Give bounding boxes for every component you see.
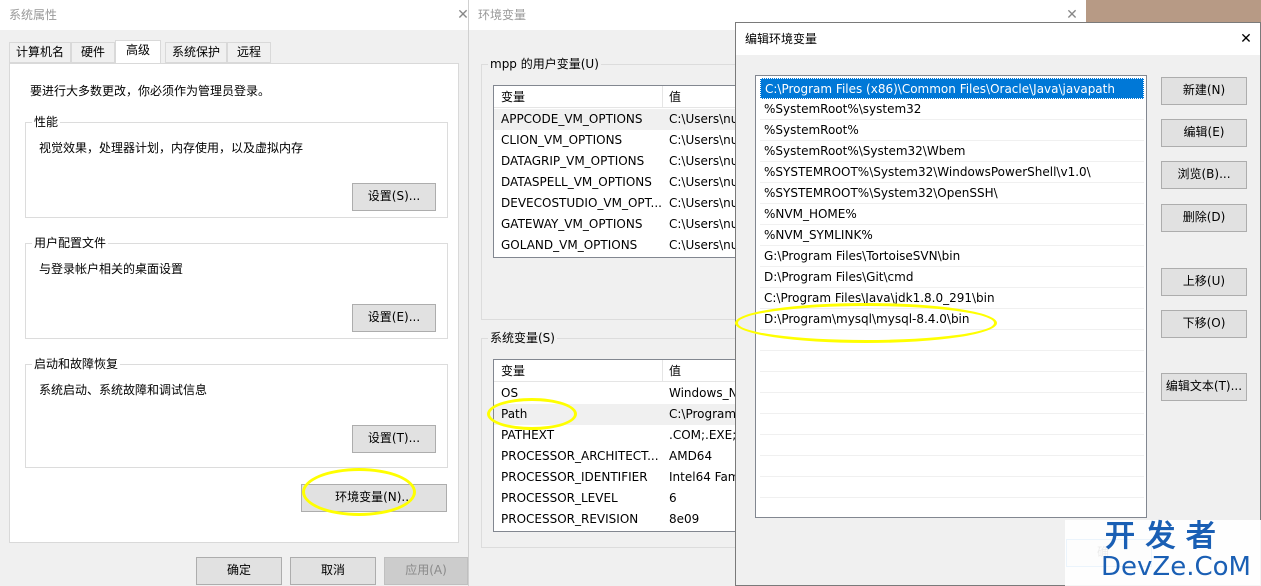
list-item-empty bbox=[760, 351, 1144, 372]
system-vars-title: 系统变量(S) bbox=[488, 331, 557, 345]
list-item[interactable]: %NVM_HOME% bbox=[760, 204, 1144, 225]
user-vars-list[interactable]: 变量 值 APPCODE_VM_OPTIONS C:\Users\nu CLION… bbox=[493, 85, 743, 258]
tab-panel: 要进行大多数更改，你必须作为管理员登录。 性能 视觉效果，处理器计划，内存使用，… bbox=[9, 63, 459, 543]
list-item[interactable]: %SystemRoot% bbox=[760, 120, 1144, 141]
highlight-mysql-path bbox=[735, 303, 997, 343]
list-item[interactable]: D:\Program Files\Git\cmd bbox=[760, 267, 1144, 288]
browse-button[interactable]: 浏览(B)... bbox=[1161, 161, 1247, 189]
list-item[interactable]: C:\Program Files (x86)\Common Files\Orac… bbox=[760, 78, 1144, 99]
table-row[interactable]: CLION_VM_OPTIONS C:\Users\nu bbox=[494, 130, 742, 151]
system-properties-title: 系统属性 bbox=[0, 0, 468, 30]
list-item[interactable]: %SystemRoot%\system32 bbox=[760, 99, 1144, 120]
edit-button[interactable]: 编辑(E) bbox=[1161, 119, 1247, 147]
edit-text-button[interactable]: 编辑文本(T)... bbox=[1161, 373, 1247, 401]
user-vars-title: mpp 的用户变量(U) bbox=[488, 57, 601, 71]
table-row[interactable]: DEVECOSTUDIO_VM_OPT... C:\Users\nu bbox=[494, 193, 742, 214]
table-row[interactable]: DATAGRIP_VM_OPTIONS C:\Users\nu bbox=[494, 151, 742, 172]
table-row[interactable]: PROCESSOR_LEVEL 6 bbox=[494, 488, 742, 509]
user-profile-title: 用户配置文件 bbox=[32, 236, 109, 250]
ok-button[interactable]: 确定 bbox=[196, 557, 282, 585]
tab-system-protection[interactable]: 系统保护 bbox=[165, 42, 227, 63]
list-header: 变量 值 bbox=[494, 360, 742, 382]
table-row[interactable]: PROCESSOR_REVISION 8e09 bbox=[494, 509, 742, 530]
highlight-env-vars-button bbox=[302, 468, 416, 516]
watermark-line2: DevZe.CoM bbox=[1101, 552, 1251, 582]
highlight-path-row bbox=[487, 398, 577, 430]
column-header-variable[interactable]: 变量 bbox=[501, 360, 525, 382]
watermark-line1: 开 发 者 bbox=[1105, 519, 1216, 554]
tab-remote[interactable]: 远程 bbox=[227, 42, 271, 63]
startup-settings-button[interactable]: 设置(T)... bbox=[352, 425, 436, 453]
column-header-variable[interactable]: 变量 bbox=[501, 86, 525, 108]
startup-recovery-desc: 系统启动、系统故障和调试信息 bbox=[39, 383, 208, 397]
cancel-button[interactable]: 取消 bbox=[290, 557, 376, 585]
tab-advanced[interactable]: 高级 bbox=[115, 40, 161, 64]
move-up-button[interactable]: 上移(U) bbox=[1161, 268, 1247, 296]
table-row[interactable]: GATEWAY_VM_OPTIONS C:\Users\nu bbox=[494, 214, 742, 235]
edit-env-title: 编辑环境变量 bbox=[736, 23, 1260, 55]
list-item-empty bbox=[760, 456, 1144, 477]
close-icon[interactable]: ✕ bbox=[448, 0, 468, 30]
delete-button[interactable]: 删除(D) bbox=[1161, 204, 1247, 232]
user-profile-desc: 与登录帐户相关的桌面设置 bbox=[39, 262, 184, 276]
tab-hardware[interactable]: 硬件 bbox=[71, 42, 115, 63]
close-icon[interactable]: ✕ bbox=[1231, 24, 1260, 54]
table-row[interactable]: PROCESSOR_ARCHITECT... AMD64 bbox=[494, 446, 742, 467]
list-item[interactable]: %SystemRoot%\System32\Wbem bbox=[760, 141, 1144, 162]
new-button[interactable]: 新建(N) bbox=[1161, 77, 1247, 105]
system-vars-list[interactable]: 变量 值 OS Windows_N Path C:\Program PATHEXT.… bbox=[493, 359, 743, 532]
performance-group: 性能 视觉效果，处理器计划，内存使用，以及虚拟内存 设置(S)... bbox=[25, 115, 448, 218]
performance-desc: 视觉效果，处理器计划，内存使用，以及虚拟内存 bbox=[39, 141, 304, 155]
user-profile-group: 用户配置文件 与登录帐户相关的桌面设置 设置(E)... bbox=[25, 236, 448, 339]
path-list[interactable]: C:\Program Files (x86)\Common Files\Orac… bbox=[755, 75, 1147, 518]
move-down-button[interactable]: 下移(O) bbox=[1161, 310, 1247, 338]
column-header-value[interactable]: 值 bbox=[669, 86, 681, 108]
list-item-empty bbox=[760, 435, 1144, 456]
user-profile-settings-button[interactable]: 设置(E)... bbox=[352, 304, 436, 332]
list-item-empty bbox=[760, 414, 1144, 435]
table-row[interactable]: GOLAND_VM_OPTIONS C:\Users\nu bbox=[494, 235, 742, 256]
list-item[interactable]: G:\Program Files\TortoiseSVN\bin bbox=[760, 246, 1144, 267]
list-item-empty bbox=[760, 393, 1144, 414]
column-header-value[interactable]: 值 bbox=[669, 360, 681, 382]
performance-title: 性能 bbox=[32, 115, 61, 129]
table-row[interactable]: DATASPELL_VM_OPTIONS C:\Users\nu bbox=[494, 172, 742, 193]
list-item[interactable]: %SYSTEMROOT%\System32\OpenSSH\ bbox=[760, 183, 1144, 204]
apply-button[interactable]: 应用(A) bbox=[384, 557, 468, 585]
watermark: 开 发 者 DevZe.CoM bbox=[1065, 520, 1261, 586]
list-item[interactable]: %NVM_SYMLINK% bbox=[760, 225, 1144, 246]
startup-recovery-title: 启动和故障恢复 bbox=[32, 357, 121, 371]
table-row[interactable]: APPCODE_VM_OPTIONS C:\Users\nu bbox=[494, 109, 742, 130]
list-item-empty bbox=[760, 477, 1144, 498]
list-item[interactable]: %SYSTEMROOT%\System32\WindowsPowerShell\… bbox=[760, 162, 1144, 183]
list-item-empty bbox=[760, 372, 1144, 393]
startup-recovery-group: 启动和故障恢复 系统启动、系统故障和调试信息 设置(T)... bbox=[25, 357, 448, 468]
admin-note: 要进行大多数更改，你必须作为管理员登录。 bbox=[30, 84, 271, 98]
performance-settings-button[interactable]: 设置(S)... bbox=[352, 183, 436, 211]
table-row[interactable]: PROCESSOR_IDENTIFIER Intel64 Fam bbox=[494, 467, 742, 488]
tab-computer-name[interactable]: 计算机名 bbox=[9, 42, 71, 63]
list-header: 变量 值 bbox=[494, 86, 742, 108]
